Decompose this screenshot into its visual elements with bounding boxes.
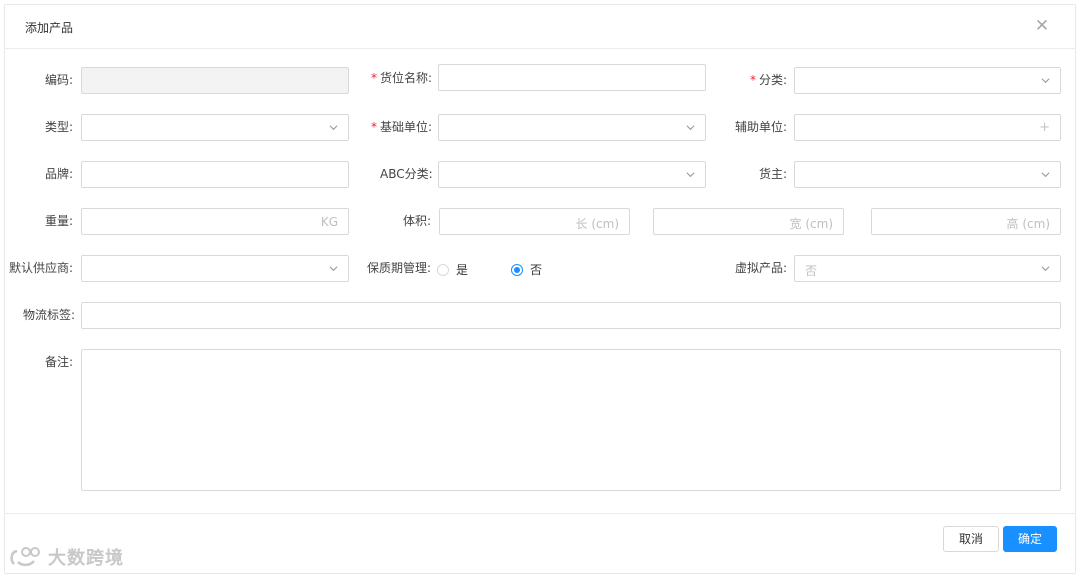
virtual-product-value: 否 xyxy=(805,264,818,278)
weight-input[interactable]: KG xyxy=(81,208,349,235)
width-placeholder: 宽 (cm) xyxy=(789,217,833,231)
type-label: 类型: xyxy=(45,120,74,134)
aux-unit-label: 辅助单位: xyxy=(735,120,788,134)
owner-select[interactable] xyxy=(794,161,1061,188)
watermark-text: 大数跨境 xyxy=(48,548,124,569)
chevron-down-icon xyxy=(686,170,695,179)
abc-category-label: ABC分类: xyxy=(380,167,433,181)
shelf-life-radio-no[interactable]: 否 xyxy=(511,261,542,278)
default-supplier-select[interactable] xyxy=(81,255,349,282)
add-product-modal: 添加产品 ✕ 编码: * 货位名称: * 分类: 类型: * 基础单位: 辅助单位: … xyxy=(4,4,1076,574)
plus-icon[interactable]: + xyxy=(1039,120,1050,135)
close-icon[interactable]: ✕ xyxy=(1033,17,1051,35)
owner-label: 货主: xyxy=(759,167,788,181)
modal-footer: 取消 确定 xyxy=(5,513,1075,573)
virtual-product-label: 虚拟产品: xyxy=(735,261,788,275)
category-label: * 分类: xyxy=(750,73,788,87)
watermark: 大数跨境 xyxy=(8,544,124,570)
category-select[interactable] xyxy=(794,67,1061,94)
length-placeholder: 长 (cm) xyxy=(575,217,619,231)
logistics-tag-input[interactable] xyxy=(81,302,1061,329)
volume-length-input[interactable]: 长 (cm) xyxy=(439,208,630,235)
height-placeholder: 高 (cm) xyxy=(1006,217,1050,231)
remark-label: 备注: xyxy=(45,355,74,369)
radio-label-no: 否 xyxy=(530,263,543,277)
logo-icon xyxy=(10,547,40,567)
chevron-down-icon xyxy=(1041,264,1050,273)
logistics-tag-label: 物流标签: xyxy=(23,308,76,322)
type-select[interactable] xyxy=(81,114,349,141)
brand-input[interactable] xyxy=(81,161,349,188)
weight-unit: KG xyxy=(320,215,338,229)
confirm-button[interactable]: 确定 xyxy=(1003,526,1057,552)
modal-title: 添加产品 xyxy=(25,21,74,35)
location-name-input[interactable] xyxy=(438,64,706,91)
chevron-down-icon xyxy=(1041,76,1050,85)
location-name-label: * 货位名称: xyxy=(371,71,433,85)
chevron-down-icon xyxy=(329,123,338,132)
radio-checked-icon xyxy=(511,263,523,276)
radio-label-yes: 是 xyxy=(456,263,469,277)
shelf-life-radio-yes[interactable]: 是 xyxy=(437,261,468,278)
abc-category-select[interactable] xyxy=(438,161,706,188)
base-unit-select[interactable] xyxy=(438,114,706,141)
modal-header: 添加产品 ✕ xyxy=(5,5,1075,49)
virtual-product-select[interactable]: 否 xyxy=(794,255,1061,282)
volume-label: 体积: xyxy=(403,214,432,228)
volume-height-input[interactable]: 高 (cm) xyxy=(871,208,1061,235)
cancel-button[interactable]: 取消 xyxy=(943,526,999,552)
remark-textarea[interactable] xyxy=(81,349,1061,491)
aux-unit-input[interactable]: + xyxy=(794,114,1061,141)
weight-label: 重量: xyxy=(45,214,74,228)
radio-unchecked-icon xyxy=(437,263,449,276)
chevron-down-icon xyxy=(1041,170,1050,179)
base-unit-label: * 基础单位: xyxy=(371,120,433,134)
volume-width-input[interactable]: 宽 (cm) xyxy=(653,208,844,235)
chevron-down-icon xyxy=(686,123,695,132)
code-input[interactable] xyxy=(81,67,349,94)
chevron-down-icon xyxy=(329,264,338,273)
shelf-life-label: 保质期管理: xyxy=(367,261,432,275)
default-supplier-label: 默认供应商: xyxy=(9,261,74,275)
code-label: 编码: xyxy=(45,73,74,87)
brand-label: 品牌: xyxy=(45,167,74,181)
